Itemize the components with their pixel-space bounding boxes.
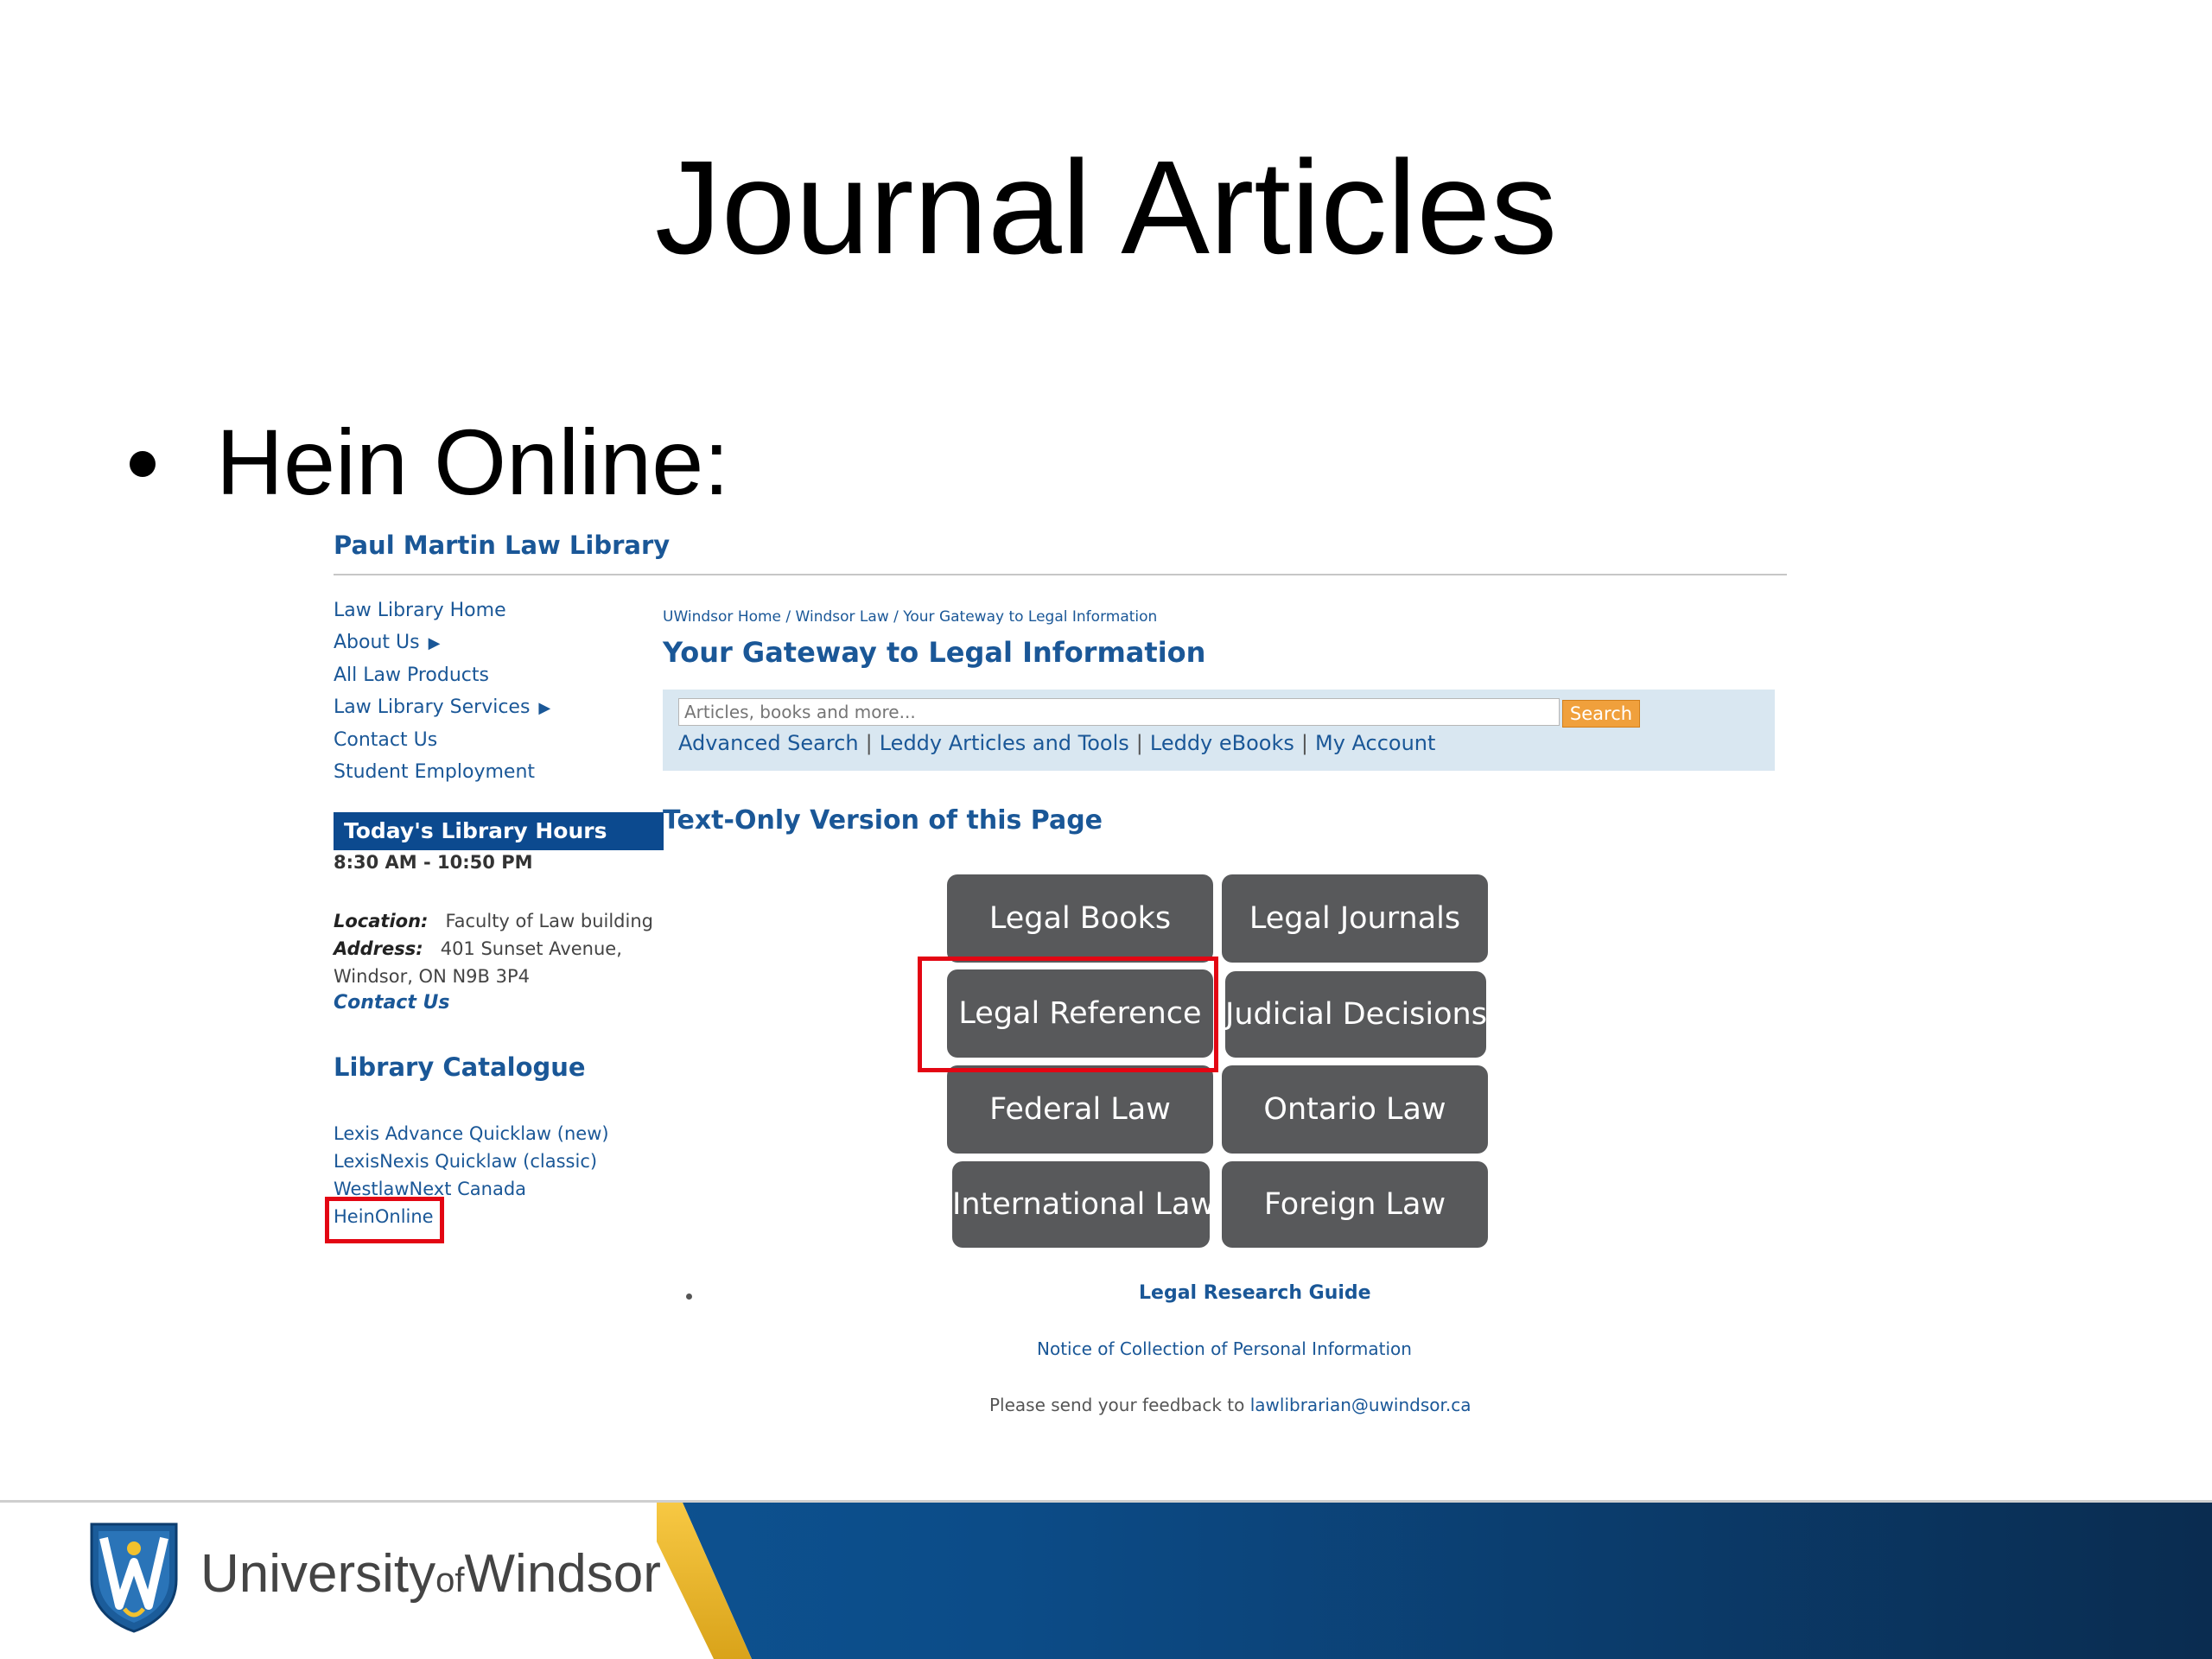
slide-title: Journal Articles bbox=[654, 133, 1558, 282]
feedback-text: Please send your feedback to lawlibraria… bbox=[989, 1395, 1471, 1415]
tile-judicial-decisions[interactable]: Judicial Decisions bbox=[1225, 971, 1487, 1058]
nav-about-us[interactable]: About Us ▶ bbox=[334, 626, 550, 659]
university-crest-icon bbox=[90, 1522, 178, 1633]
link-separator: | bbox=[865, 731, 873, 755]
library-title[interactable]: Paul Martin Law Library bbox=[334, 531, 670, 560]
library-catalogue-link[interactable]: Library Catalogue bbox=[334, 1052, 586, 1082]
location-label: Location: bbox=[334, 911, 429, 931]
hours-value: 8:30 AM - 10:50 PM bbox=[334, 852, 533, 873]
header-divider bbox=[334, 574, 1787, 575]
location-value: Faculty of Law building bbox=[445, 911, 653, 931]
feedback-prefix: Please send your feedback to bbox=[989, 1395, 1250, 1415]
tile-ontario-law[interactable]: Ontario Law bbox=[1222, 1065, 1488, 1154]
tile-federal-law[interactable]: Federal Law bbox=[947, 1065, 1213, 1154]
breadcrumb[interactable]: UWindsor Home / Windsor Law / Your Gatew… bbox=[663, 608, 1157, 626]
privacy-notice-link[interactable]: Notice of Collection of Personal Informa… bbox=[1037, 1338, 1412, 1359]
heinonline-highlight-box bbox=[325, 1197, 444, 1243]
search-button[interactable]: Search bbox=[1562, 700, 1640, 728]
search-input[interactable] bbox=[678, 698, 1560, 726]
tile-foreign-law[interactable]: Foreign Law bbox=[1222, 1161, 1488, 1248]
resource-lexis-advance[interactable]: Lexis Advance Quicklaw (new) bbox=[334, 1120, 609, 1147]
page-title: Your Gateway to Legal Information bbox=[663, 636, 1206, 669]
tile-international-law[interactable]: International Law bbox=[952, 1161, 1215, 1248]
leddy-articles-link[interactable]: Leddy Articles and Tools bbox=[880, 731, 1129, 755]
address-line-1: 401 Sunset Avenue, bbox=[440, 938, 622, 959]
nav-student-employment[interactable]: Student Employment bbox=[334, 756, 550, 788]
search-links: Advanced Search | Leddy Articles and Tools… bbox=[678, 727, 1435, 760]
hours-heading: Today's Library Hours bbox=[334, 812, 664, 850]
text-only-link[interactable]: Text-Only Version of this Page bbox=[663, 805, 1103, 836]
link-separator: | bbox=[1135, 731, 1143, 755]
address-line-2: Windsor, ON N9B 3P4 bbox=[334, 966, 531, 987]
nav-contact-us[interactable]: Contact Us bbox=[334, 724, 550, 756]
advanced-search-link[interactable]: Advanced Search bbox=[678, 731, 859, 755]
link-separator: | bbox=[1300, 731, 1308, 755]
resource-lexisnexis-quicklaw[interactable]: LexisNexis Quicklaw (classic) bbox=[334, 1147, 609, 1175]
triangle-right-icon: ▶ bbox=[538, 699, 551, 717]
nav-law-library-home[interactable]: Law Library Home bbox=[334, 594, 550, 626]
location-info: Location: Faculty of Law building Addres… bbox=[334, 907, 653, 990]
university-wordmark: UniversityofWindsor bbox=[200, 1544, 661, 1604]
nav-all-law-products[interactable]: All Law Products bbox=[334, 659, 550, 691]
address-label: Address: bbox=[334, 938, 423, 959]
leddy-ebooks-link[interactable]: Leddy eBooks bbox=[1150, 731, 1294, 755]
tile-legal-books[interactable]: Legal Books bbox=[947, 874, 1213, 963]
contact-us-link[interactable]: Contact Us bbox=[334, 992, 449, 1014]
feedback-email-link[interactable]: lawlibrarian@uwindsor.ca bbox=[1250, 1395, 1471, 1415]
legal-reference-highlight-box bbox=[918, 957, 1218, 1072]
nav-law-library-services[interactable]: Law Library Services ▶ bbox=[334, 691, 550, 724]
sidebar-nav: Law Library Home About Us ▶ All Law Produ… bbox=[334, 594, 550, 788]
legal-research-guide-link[interactable]: Legal Research Guide bbox=[1139, 1282, 1371, 1304]
my-account-link[interactable]: My Account bbox=[1315, 731, 1435, 755]
tile-legal-journals[interactable]: Legal Journals bbox=[1222, 874, 1488, 963]
bullet-dot bbox=[130, 451, 156, 478]
triangle-right-icon: ▶ bbox=[428, 634, 441, 652]
bullet-item: Hein Online: bbox=[130, 406, 729, 518]
bullet-text: Hein Online: bbox=[216, 410, 730, 514]
list-bullet bbox=[686, 1294, 692, 1300]
